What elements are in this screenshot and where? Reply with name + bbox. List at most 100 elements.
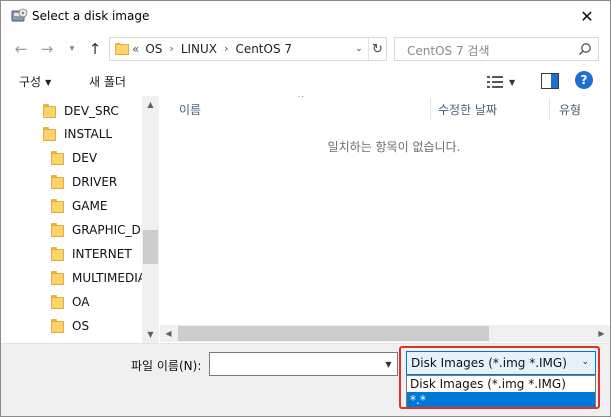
file-type-select[interactable]: Disk Images (*.img *.IMG) ⌄	[406, 351, 596, 375]
column-divider[interactable]	[549, 98, 550, 120]
column-header-name[interactable]: 이름	[179, 101, 201, 118]
tree-item-install[interactable]: INSTALL	[43, 122, 112, 146]
close-icon: ✕	[580, 7, 594, 26]
file-type-option-disk-images[interactable]: Disk Images (*.img *.IMG)	[407, 376, 595, 392]
forward-button[interactable]: →	[37, 39, 57, 59]
tree-item-driver[interactable]: DRIVER	[51, 170, 117, 194]
chevron-down-icon: ⌄	[581, 357, 589, 367]
breadcrumb: « OS › LINUX › CentOS 7	[132, 42, 292, 56]
folder-icon	[51, 175, 64, 189]
folder-icon	[51, 319, 64, 333]
file-dialog-window: Select a disk image ✕ ← → ▾ ↑ « OS › LIN…	[0, 0, 611, 417]
help-button[interactable]: ?	[575, 71, 593, 89]
file-type-option-all-files[interactable]: *.*	[407, 392, 595, 408]
tree-item-label: DEV	[72, 151, 98, 165]
navigation-bar: ← → ▾ ↑ « OS › LINUX › CentOS 7 ⌄ ↻ Cent…	[1, 33, 610, 65]
close-button[interactable]: ✕	[564, 1, 610, 32]
tree-item-internet[interactable]: INTERNET	[51, 242, 132, 266]
folder-icon	[51, 199, 64, 213]
chevron-down-icon: ▾	[69, 44, 75, 54]
address-dropdown-button[interactable]: ⌄	[350, 39, 368, 59]
disk-image-app-icon	[11, 8, 28, 22]
tree-item-label: OA	[72, 295, 90, 309]
column-divider[interactable]	[430, 98, 431, 120]
folder-icon	[51, 247, 64, 261]
tree-item-oa[interactable]: OA	[51, 290, 89, 314]
up-folder-button[interactable]: ↑	[85, 39, 105, 59]
file-type-selected-value: Disk Images (*.img *.IMG)	[411, 356, 567, 370]
folder-icon	[51, 295, 64, 309]
tree-item-multimedia[interactable]: MULTIMEDIA	[51, 266, 146, 290]
arrow-down-icon: ▼	[147, 330, 154, 339]
arrow-up-icon: ▲	[147, 100, 154, 109]
breadcrumb-separator[interactable]: ›	[224, 42, 228, 56]
search-icon	[578, 43, 591, 56]
organize-label: 구성	[19, 75, 42, 89]
file-list-horizontal-scrollbar[interactable]: ◀ ▶	[160, 325, 610, 342]
back-button[interactable]: ←	[11, 39, 31, 59]
address-bar[interactable]: « OS › LINUX › CentOS 7 ⌄ ↻	[109, 37, 387, 61]
recent-locations-button[interactable]: ▾	[62, 39, 82, 59]
breadcrumb-linux[interactable]: LINUX	[181, 42, 217, 56]
title-bar: Select a disk image ✕	[1, 1, 610, 32]
tree-item-label: GRAPHIC_DE	[72, 223, 149, 237]
chevron-down-icon: ⌄	[355, 44, 363, 54]
scrollbar-thumb[interactable]	[143, 230, 158, 264]
window-title: Select a disk image	[32, 9, 150, 23]
breadcrumb-overflow[interactable]: «	[132, 42, 139, 56]
scroll-left-button[interactable]: ◀	[160, 325, 177, 342]
help-icon: ?	[580, 73, 588, 87]
arrow-right-icon: ▶	[598, 329, 605, 338]
scroll-up-button[interactable]: ▲	[142, 96, 159, 113]
arrow-left-icon: ←	[14, 40, 28, 58]
tree-item-label: DRIVER	[72, 175, 118, 189]
file-type-dropdown-list: Disk Images (*.img *.IMG) *.*	[406, 375, 596, 409]
tree-item-dev-src[interactable]: DEV_SRC	[43, 99, 119, 123]
tree-item-game[interactable]: GAME	[51, 194, 107, 218]
scroll-down-button[interactable]: ▼	[142, 326, 159, 343]
tree-item-graphic-de[interactable]: GRAPHIC_DE	[51, 218, 148, 242]
details-view-icon	[487, 76, 503, 88]
refresh-button[interactable]: ↻	[368, 38, 386, 60]
column-header-type[interactable]: 유형	[559, 101, 581, 118]
scroll-right-button[interactable]: ▶	[593, 325, 610, 342]
sort-ascending-icon: ^	[297, 96, 305, 104]
breadcrumb-os[interactable]: OS	[145, 42, 162, 56]
scrollbar-thumb[interactable]	[178, 326, 489, 341]
caret-down-icon: ▼	[385, 359, 392, 369]
folder-icon	[115, 43, 129, 55]
tree-item-os[interactable]: OS	[51, 314, 89, 338]
search-input[interactable]: CentOS 7 검색	[394, 37, 599, 61]
organize-button[interactable]: 구성 ▼	[19, 73, 51, 90]
tree-item-label: OS	[72, 319, 90, 333]
breadcrumb-separator[interactable]: ›	[169, 42, 173, 56]
file-list[interactable]: ^ 이름 수정한 날짜 유형 일치하는 항목이 없습니다.	[160, 96, 610, 343]
column-header-date-modified[interactable]: 수정한 날짜	[438, 101, 497, 118]
caret-down-icon: ▼	[509, 77, 516, 87]
tree-item-label: INTERNET	[72, 247, 132, 261]
dialog-footer: 파일 이름(N): ▼ Disk Images (*.img *.IMG) ⌄ …	[1, 343, 610, 416]
tree-item-label: GAME	[72, 199, 108, 213]
command-toolbar: 구성 ▼ 새 폴더 ▼ ?	[1, 67, 610, 95]
folder-icon	[51, 271, 64, 285]
refresh-icon: ↻	[372, 41, 383, 57]
new-folder-label: 새 폴더	[89, 75, 126, 89]
tree-item-label: INSTALL	[64, 127, 113, 141]
tree-item-label: MULTIMEDIA	[72, 271, 146, 285]
breadcrumb-centos7[interactable]: CentOS 7	[235, 42, 292, 56]
preview-pane-icon[interactable]	[541, 73, 559, 89]
arrow-left-icon: ◀	[165, 329, 172, 338]
empty-folder-message: 일치하는 항목이 없습니다.	[327, 140, 461, 154]
change-view-button[interactable]: ▼	[487, 73, 523, 91]
folder-icon	[43, 104, 56, 118]
folder-icon	[51, 223, 64, 237]
navigation-pane[interactable]: DEV_SRC INSTALL DEV DRIVER GAME GRAPHIC_…	[1, 96, 159, 343]
tree-item-label: DEV_SRC	[64, 104, 119, 118]
column-header-row: ^ 이름 수정한 날짜 유형	[160, 96, 610, 122]
file-name-dropdown-button[interactable]: ▼	[379, 352, 398, 376]
navigation-pane-scrollbar[interactable]: ▲ ▼	[142, 96, 159, 343]
tree-item-dev[interactable]: DEV	[51, 146, 97, 170]
file-name-label: 파일 이름(N):	[131, 359, 202, 373]
file-name-input[interactable]	[209, 352, 398, 376]
new-folder-button[interactable]: 새 폴더	[89, 73, 126, 90]
